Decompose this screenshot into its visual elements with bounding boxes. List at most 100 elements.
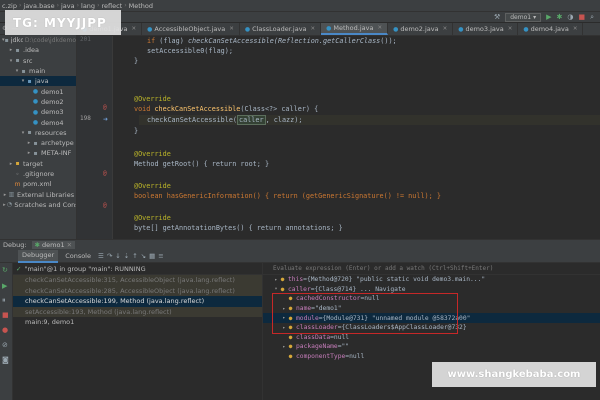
stack-frame[interactable]: checkCanSetAccessible:285, AccessibleObj… — [13, 285, 262, 296]
tree-item[interactable]: ● demo3 — [0, 107, 76, 117]
close-icon[interactable]: ✕ — [573, 26, 578, 32]
tree-item[interactable]: ▸◔Scratches and Consoles — [0, 200, 76, 210]
override-marker-icon[interactable]: @ — [103, 104, 107, 111]
close-icon[interactable]: ✕ — [132, 26, 137, 32]
tree-item[interactable]: ▾ ▪ resources — [0, 128, 76, 138]
code-editor[interactable]: 201 @ @ @198 ➜ if (flag) checkCanSetAccessib… — [77, 36, 600, 239]
debug-icon[interactable]: ✱ — [556, 13, 562, 21]
step-over-icon[interactable]: ↷ — [107, 252, 112, 260]
code-line[interactable]: boolean hasGenericInformation() { return… — [134, 191, 441, 201]
code-line[interactable]: } — [134, 56, 138, 66]
breadcrumb-item[interactable]: java — [61, 2, 75, 10]
code-line[interactable]: @Override — [134, 94, 171, 104]
tab-debugger[interactable]: Debugger — [18, 249, 59, 263]
code-line[interactable]: byte[] getAnnotationBytes() { return ann… — [134, 223, 343, 233]
gutter-line[interactable] — [77, 213, 113, 223]
editor-tab[interactable]: ● demo4.java ✕ — [518, 23, 584, 35]
variable-row[interactable]: ▾ ● caller = {Class@714} ... Navigate — [263, 285, 600, 295]
search-icon[interactable]: ⌕ — [590, 13, 594, 22]
gutter-line[interactable] — [77, 149, 113, 159]
variable-row[interactable]: ▸ ● classLoader = {ClassLoaders$AppClassLo… — [263, 323, 600, 333]
editor-tab[interactable]: ● Method.java ✕ — [321, 23, 389, 35]
stack-frame[interactable]: checkCanSetAccessible:199, Method (java.… — [13, 296, 262, 307]
coverage-icon[interactable]: ◑ — [567, 13, 573, 21]
tree-item[interactable]: ● demo2 — [0, 97, 76, 107]
variable-row[interactable]: ▸ ● packageName = "" — [263, 342, 600, 352]
execution-point-icon[interactable]: ➜ — [103, 116, 108, 123]
current-execution-line[interactable]: checkCanSetAccessible(caller, clazz); — [139, 115, 600, 125]
debug-session-tab[interactable]: ✱ demo1 ✕ — [31, 241, 76, 249]
tree-item[interactable]: ▸ ▪ META-INF — [0, 148, 76, 158]
gutter-line[interactable] — [77, 56, 113, 66]
code-line[interactable]: @Override — [134, 149, 171, 159]
view-breakpoints-icon[interactable]: ● — [2, 326, 8, 334]
code-line[interactable]: } — [134, 126, 138, 136]
gutter-line[interactable] — [77, 191, 113, 201]
stop-icon[interactable]: ■ — [2, 311, 9, 319]
step-out-icon[interactable]: ↑ — [132, 252, 137, 260]
stop-icon[interactable]: ■ — [578, 13, 585, 21]
gutter-line[interactable] — [77, 46, 113, 56]
stack-frame[interactable]: checkCanSetAccessible:315, AccessibleObj… — [13, 275, 262, 286]
tree-item[interactable]: ▸ ▥ External Libraries — [0, 189, 76, 199]
tree-item[interactable]: ▾ ▪ main — [0, 66, 76, 76]
rerun-icon[interactable]: ↻ — [2, 266, 8, 274]
tree-item[interactable]: ▾ ▪ java — [0, 76, 76, 87]
mute-breakpoints-icon[interactable]: ⊘ — [2, 341, 8, 349]
override-marker-icon[interactable]: @ — [103, 170, 107, 177]
breadcrumb-item[interactable]: Method — [129, 2, 153, 10]
tree-item[interactable]: m pom.xml — [0, 179, 76, 189]
gutter-line[interactable] — [77, 126, 113, 136]
evaluate-icon[interactable]: ▦ — [149, 252, 155, 260]
editor-tab[interactable]: ● ClassLoader.java ✕ — [240, 23, 322, 35]
run-icon[interactable]: ▶ — [546, 13, 551, 21]
breadcrumb-item[interactable]: java.base — [23, 2, 54, 10]
variable-row[interactable]: ● classData = null — [263, 333, 600, 343]
editor-tab[interactable]: ● AccessibleObject.java ✕ — [142, 23, 240, 35]
run-to-cursor-icon[interactable]: ↘ — [141, 252, 146, 260]
stack-frame[interactable]: main:9, demo1 — [13, 317, 262, 328]
code-line[interactable]: if (flag) checkCanSetAccessible(Reflecti… — [147, 36, 397, 46]
variable-row[interactable]: ● cachedConstructor = null — [263, 294, 600, 304]
editor-gutter[interactable]: 201 @ @ @198 ➜ — [77, 36, 113, 239]
gutter-line[interactable] — [77, 159, 113, 169]
editor-tab[interactable]: ● demo3.java ✕ — [453, 23, 519, 35]
tree-item[interactable]: ▾ ▪ src — [0, 56, 76, 66]
editor-tab[interactable]: ● demo2.java ✕ — [388, 23, 454, 35]
gutter-line[interactable]: 201 — [77, 36, 113, 46]
close-icon[interactable]: ✕ — [311, 26, 316, 32]
tab-console[interactable]: Console — [61, 250, 95, 263]
tree-item[interactable]: ▸ ▪ target — [0, 159, 76, 169]
gutter-line[interactable] — [77, 85, 113, 95]
evaluate-expression-input[interactable]: Evaluate expression (Enter) or add a wat… — [263, 263, 600, 275]
gutter-line[interactable]: @ — [77, 104, 113, 114]
camera-icon[interactable]: ◙ — [2, 356, 9, 364]
variable-row[interactable]: ● componentType = null — [263, 352, 600, 362]
tree-item[interactable]: ▸ ▪ archetype — [0, 138, 76, 148]
pause-icon[interactable]: ⏸ — [2, 296, 6, 305]
breadcrumb-item[interactable]: lang — [81, 2, 95, 10]
breadcrumb-item[interactable]: reflect — [101, 2, 122, 10]
close-icon[interactable]: ✕ — [229, 26, 234, 32]
force-step-into-icon[interactable]: ⇣ — [124, 252, 129, 260]
step-into-icon[interactable]: ↓ — [115, 252, 120, 260]
code-line[interactable]: @Override — [134, 181, 171, 191]
gutter-line[interactable] — [77, 223, 113, 233]
stack-frame[interactable]: setAccessible:193, Method (java.lang.ref… — [13, 306, 262, 317]
override-marker-icon[interactable]: @ — [103, 202, 107, 209]
close-icon[interactable]: ✕ — [508, 26, 513, 32]
close-icon[interactable]: ✕ — [377, 25, 382, 31]
trace-icon[interactable]: ≡ — [158, 252, 163, 260]
layout-icon[interactable]: ☰ — [98, 252, 104, 260]
breadcrumb-item[interactable]: c.zip — [2, 2, 17, 10]
resume-icon[interactable]: ▶ — [2, 282, 7, 290]
gutter-line[interactable]: @ — [77, 170, 113, 180]
gutter-line[interactable] — [77, 137, 113, 147]
code-line[interactable]: void checkCanSetAccessible(Class<?> call… — [134, 104, 318, 114]
close-icon[interactable]: ✕ — [67, 241, 72, 249]
thread-selector[interactable]: ✓ "main"@1 in group "main": RUNNING — [13, 263, 262, 275]
run-configuration-select[interactable]: demo1 ▾ — [505, 12, 542, 22]
tree-item[interactable]: ● demo4 — [0, 117, 76, 127]
gutter-line[interactable]: @ — [77, 202, 113, 212]
tree-item[interactable]: ● demo1 — [0, 86, 76, 96]
